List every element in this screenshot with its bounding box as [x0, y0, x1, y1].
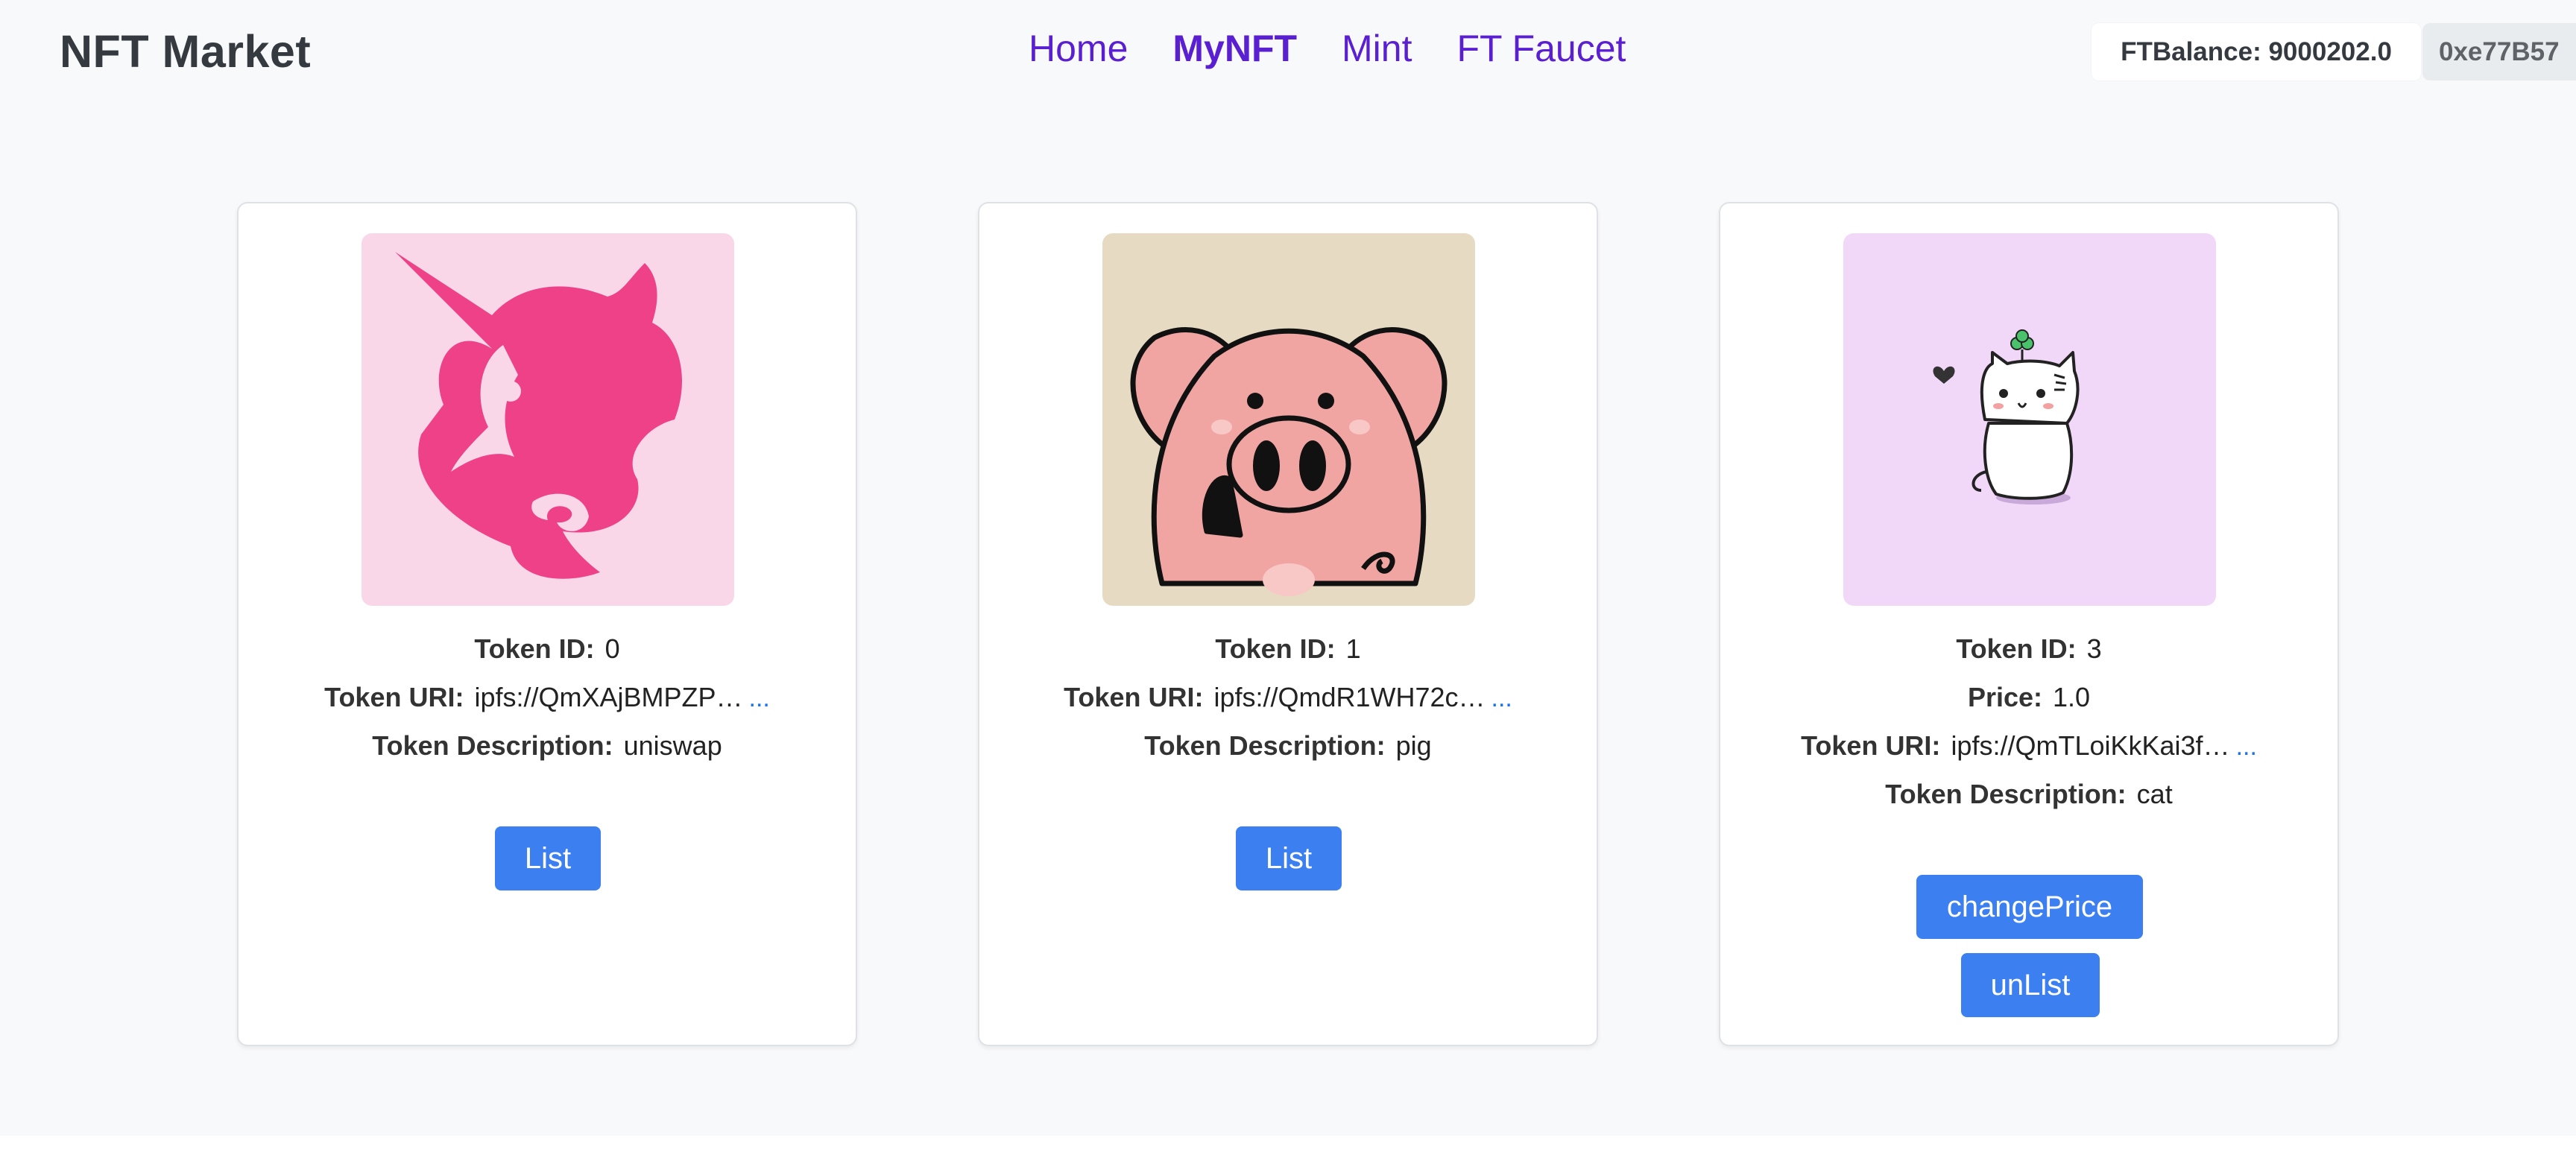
token-uri-value: ipfs://QmTLoiKkKai3f…: [1951, 730, 2230, 761]
token-uri-label: Token URI:: [1064, 682, 1204, 712]
nav-home[interactable]: Home: [1029, 27, 1128, 70]
token-id-value: 1: [1345, 633, 1361, 664]
brand-title[interactable]: NFT Market: [60, 25, 311, 77]
change-price-button[interactable]: changePrice: [1916, 875, 2143, 939]
price-value: 1.0: [2053, 682, 2091, 712]
token-uri-value: ipfs://QmdR1WH72c…: [1213, 682, 1486, 712]
token-uri-row: Token URI: ipfs://QmXAjBMPZP…...: [239, 682, 856, 713]
token-id-value: 3: [2086, 633, 2102, 664]
token-description-row: Token Description: pig: [979, 730, 1597, 762]
nft-card: Token ID: 0 Token URI: ipfs://QmXAjBMPZP….…: [237, 202, 857, 1046]
pig-image: [1102, 233, 1475, 606]
more-link[interactable]: ...: [1491, 684, 1512, 712]
ft-balance: FTBalance: 9000202.0: [2092, 23, 2421, 80]
token-id-label: Token ID:: [474, 633, 595, 664]
token-uri-row: Token URI: ipfs://QmdR1WH72c…...: [979, 682, 1597, 713]
more-link[interactable]: ...: [2236, 733, 2257, 761]
token-uri-label: Token URI:: [1801, 730, 1941, 761]
list-button[interactable]: List: [495, 826, 601, 890]
token-description-value: cat: [2136, 779, 2173, 809]
token-description-label: Token Description:: [1144, 730, 1386, 761]
token-uri-value: ipfs://QmXAjBMPZP…: [474, 682, 743, 712]
token-description-value: pig: [1395, 730, 1432, 761]
token-uri-label: Token URI:: [324, 682, 464, 712]
uniswap-unicorn-image: [362, 233, 734, 606]
token-description-label: Token Description:: [372, 730, 613, 761]
nav-ft-faucet[interactable]: FT Faucet: [1457, 27, 1626, 70]
page: NFT Market Home MyNFT Mint FT Faucet FTB…: [0, 0, 2576, 1136]
token-id-row: Token ID: 0: [239, 633, 856, 665]
token-description-value: uniswap: [623, 730, 722, 761]
token-id-row: Token ID: 1: [979, 633, 1597, 665]
main-nav: Home MyNFT Mint FT Faucet: [1029, 27, 1626, 70]
nav-mint[interactable]: Mint: [1342, 27, 1412, 70]
cat-image: [1843, 233, 2216, 606]
token-description-row: Token Description: cat: [1720, 779, 2337, 810]
nav-mynft[interactable]: MyNFT: [1172, 27, 1297, 70]
price-label: Price:: [1967, 682, 2042, 712]
token-description-label: Token Description:: [1885, 779, 2127, 809]
nft-card: Token ID: 3 Price: 1.0 Token URI: ipfs://Qm…: [1719, 202, 2339, 1046]
wallet-address-button[interactable]: 0xe77B57: [2422, 23, 2576, 80]
nft-card: Token ID: 1 Token URI: ipfs://QmdR1WH72c….…: [978, 202, 1598, 1046]
token-id-value: 0: [604, 633, 620, 664]
more-link[interactable]: ...: [749, 684, 770, 712]
token-id-label: Token ID:: [1956, 633, 2077, 664]
list-button[interactable]: List: [1236, 826, 1342, 890]
unlist-button[interactable]: unList: [1961, 953, 2100, 1017]
token-id-row: Token ID: 3: [1720, 633, 2337, 665]
token-uri-row: Token URI: ipfs://QmTLoiKkKai3f…...: [1720, 730, 2337, 762]
price-row: Price: 1.0: [1720, 682, 2337, 713]
token-id-label: Token ID:: [1215, 633, 1336, 664]
token-description-row: Token Description: uniswap: [239, 730, 856, 762]
